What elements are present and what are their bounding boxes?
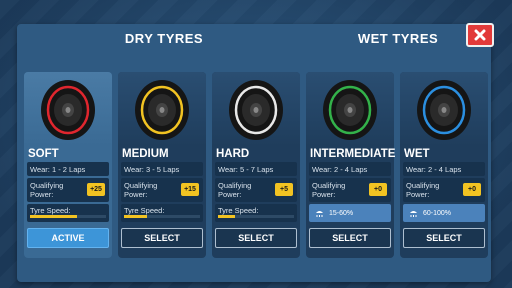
active-button[interactable]: ACTIVE — [27, 228, 109, 248]
tyre-image-area — [306, 72, 394, 146]
speed-fill — [218, 215, 235, 218]
qualifying-label: Qualifying Power: — [218, 181, 252, 199]
close-button[interactable] — [466, 23, 494, 47]
rain-icon — [316, 210, 323, 217]
close-icon — [474, 29, 486, 41]
wear-info: Wear: 2 - 4 Laps — [403, 162, 485, 176]
qualifying-label: Qualifying Power: — [406, 181, 440, 199]
speed-fill — [124, 215, 147, 218]
tyre-name: HARD — [216, 148, 250, 160]
tyre-image-area — [24, 72, 112, 146]
wear-info: Wear: 1 - 2 Laps — [27, 162, 109, 176]
speed-bar — [218, 215, 294, 218]
tyre-name: SOFT — [28, 148, 59, 160]
tyre-image-area — [212, 72, 300, 146]
speed-label: Tyre Speed: — [30, 206, 71, 215]
tyre-name: MEDIUM — [122, 148, 169, 160]
select-button[interactable]: SELECT — [403, 228, 485, 248]
wear-info: Wear: 5 - 7 Laps — [215, 162, 297, 176]
qualifying-badge: +0 — [369, 183, 387, 196]
tyre-card-medium[interactable]: MEDIUM Wear: 3 - 5 Laps Qualifying Power… — [118, 72, 206, 258]
speed-info: Tyre Speed: — [27, 204, 109, 222]
wear-info: Wear: 2 - 4 Laps — [309, 162, 391, 176]
qualifying-info: Qualifying Power: +15 — [121, 178, 203, 202]
qualifying-badge: +25 — [87, 183, 105, 196]
qualifying-info: Qualifying Power: +25 — [27, 178, 109, 202]
tyre-name: INTERMEDIATE — [310, 148, 396, 160]
select-button[interactable]: SELECT — [215, 228, 297, 248]
tyre-intermediate-icon — [323, 80, 377, 140]
tyre-name: WET — [404, 148, 430, 160]
tyre-soft-icon — [41, 80, 95, 140]
speed-bar — [124, 215, 200, 218]
rain-range-info: 60-100% — [403, 204, 485, 222]
tyre-card-soft[interactable]: SOFT Wear: 1 - 2 Laps Qualifying Power: … — [24, 72, 112, 258]
tyre-hard-icon — [229, 80, 283, 140]
qualifying-info: Qualifying Power: +5 — [215, 178, 297, 202]
wear-info: Wear: 3 - 5 Laps — [121, 162, 203, 176]
qualifying-badge: +0 — [463, 183, 481, 196]
dry-tyres-title: DRY TYRES — [124, 31, 204, 46]
qualifying-label: Qualifying Power: — [124, 181, 158, 199]
rain-range-info: 15-60% — [309, 204, 391, 222]
wet-tyres-title: WET TYRES — [357, 31, 439, 46]
tyre-wet-icon — [417, 80, 471, 140]
speed-label: Tyre Speed: — [124, 206, 165, 215]
rain-range-value: 60-100% — [423, 209, 452, 217]
qualifying-info: Qualifying Power: +0 — [309, 178, 391, 202]
qualifying-badge: +15 — [181, 183, 199, 196]
rain-icon — [410, 210, 417, 217]
qualifying-label: Qualifying Power: — [312, 181, 346, 199]
speed-fill — [30, 215, 78, 218]
qualifying-info: Qualifying Power: +0 — [403, 178, 485, 202]
speed-info: Tyre Speed: — [215, 204, 297, 222]
speed-label: Tyre Speed: — [218, 206, 259, 215]
tyre-card-intermediate[interactable]: INTERMEDIATE Wear: 2 - 4 Laps Qualifying… — [306, 72, 396, 258]
qualifying-badge: +5 — [275, 183, 293, 196]
speed-info: Tyre Speed: — [121, 204, 203, 222]
select-button[interactable]: SELECT — [309, 228, 391, 248]
rain-range-value: 15-60% — [329, 209, 354, 217]
tyre-image-area — [400, 72, 488, 146]
select-button[interactable]: SELECT — [121, 228, 203, 248]
speed-bar — [30, 215, 106, 218]
tyre-medium-icon — [135, 80, 189, 140]
qualifying-label: Qualifying Power: — [30, 181, 64, 199]
tyre-card-wet[interactable]: WET Wear: 2 - 4 Laps Qualifying Power: +… — [400, 72, 488, 258]
tyre-card-hard[interactable]: HARD Wear: 5 - 7 Laps Qualifying Power: … — [212, 72, 300, 258]
tyre-image-area — [118, 72, 206, 146]
